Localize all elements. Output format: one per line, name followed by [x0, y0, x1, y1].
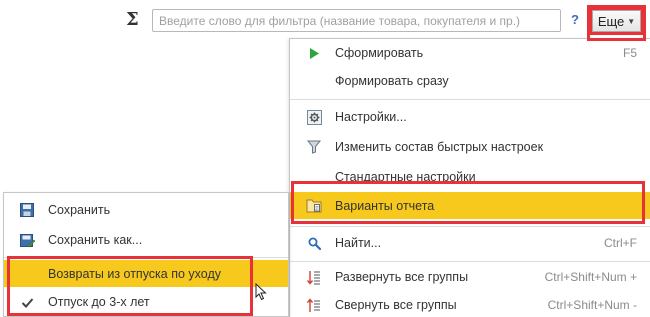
more-menu: Сформировать F5 Формировать сразу Настро… [289, 38, 650, 317]
play-icon [306, 45, 322, 61]
search-icon [306, 235, 322, 251]
filter-icon [306, 139, 322, 155]
more-button[interactable]: Еще ▼ [589, 7, 644, 35]
settings-icon [306, 109, 322, 125]
menu-item-shortcut: Ctrl+Shift+Num - [547, 298, 637, 312]
sum-icon[interactable]: Σ [126, 9, 139, 31]
menu-item-label: Настройки... [335, 110, 407, 124]
chevron-down-icon: ▼ [627, 16, 636, 26]
save-as-icon [19, 232, 35, 248]
menu-item-generate-immediately[interactable]: Формировать сразу [290, 69, 650, 93]
menu-item-label: Формировать сразу [335, 74, 449, 88]
report-variants-icon [306, 198, 322, 214]
variants-menu-item-save-as[interactable]: Сохранить как... [4, 228, 288, 252]
menu-item-expand-all-groups[interactable]: Развернуть все группы Ctrl+Shift+Num + [290, 265, 650, 289]
variants-menu-item-leave-returns[interactable]: Возвраты из отпуска по уходу [4, 260, 288, 287]
menu-item-shortcut: F5 [622, 46, 637, 60]
report-variants-menu: Сохранить Сохранить как... Возвраты из о… [3, 192, 289, 317]
save-icon [19, 202, 35, 218]
menu-separator [290, 99, 650, 100]
menu-separator [4, 257, 288, 258]
menu-separator [290, 226, 650, 227]
menu-item-shortcut: Ctrl+F [604, 236, 637, 250]
variants-menu-item-label: Отпуск до 3-х лет [48, 295, 150, 309]
menu-item-quick-settings[interactable]: Изменить состав быстрых настроек [290, 135, 650, 159]
filter-input[interactable] [152, 9, 561, 32]
menu-item-label: Найти... [335, 236, 382, 250]
variants-menu-item-label: Сохранить как... [48, 233, 143, 247]
collapse-groups-icon [306, 297, 322, 313]
mouse-cursor-icon [255, 283, 267, 301]
menu-item-shortcut: Ctrl+Shift+Num + [544, 270, 637, 284]
variants-menu-item-leave-3-years[interactable]: Отпуск до 3-х лет [4, 290, 288, 314]
menu-item-label: Свернуть все группы [335, 298, 457, 312]
menu-item-label: Сформировать [335, 46, 424, 60]
variants-menu-item-label: Сохранить [48, 203, 111, 217]
menu-item-standard-settings[interactable]: Стандартные настройки [290, 165, 650, 189]
menu-item-settings[interactable]: Настройки... [290, 105, 650, 129]
menu-item-generate[interactable]: Сформировать F5 [290, 41, 650, 65]
menu-separator [290, 261, 650, 262]
variants-menu-item-save[interactable]: Сохранить [4, 198, 288, 222]
menu-item-label: Развернуть все группы [335, 270, 469, 284]
menu-item-collapse-all-groups[interactable]: Свернуть все группы Ctrl+Shift+Num - [290, 293, 650, 317]
help-button[interactable]: ? [571, 12, 579, 28]
report-window: Σ ? Еще ▼ Сформировать F5 Формировать ср… [0, 0, 650, 317]
menu-item-find[interactable]: Найти... Ctrl+F [290, 231, 650, 255]
menu-item-report-variants[interactable]: Варианты отчета [290, 192, 650, 219]
menu-item-label: Изменить состав быстрых настроек [335, 140, 544, 154]
menu-item-label: Варианты отчета [335, 198, 435, 213]
expand-groups-icon [306, 269, 322, 285]
menu-item-label: Стандартные настройки [335, 170, 476, 184]
check-icon [19, 295, 35, 311]
variants-menu-item-label: Возвраты из отпуска по уходу [48, 267, 221, 281]
more-button-label: Еще [597, 13, 625, 29]
